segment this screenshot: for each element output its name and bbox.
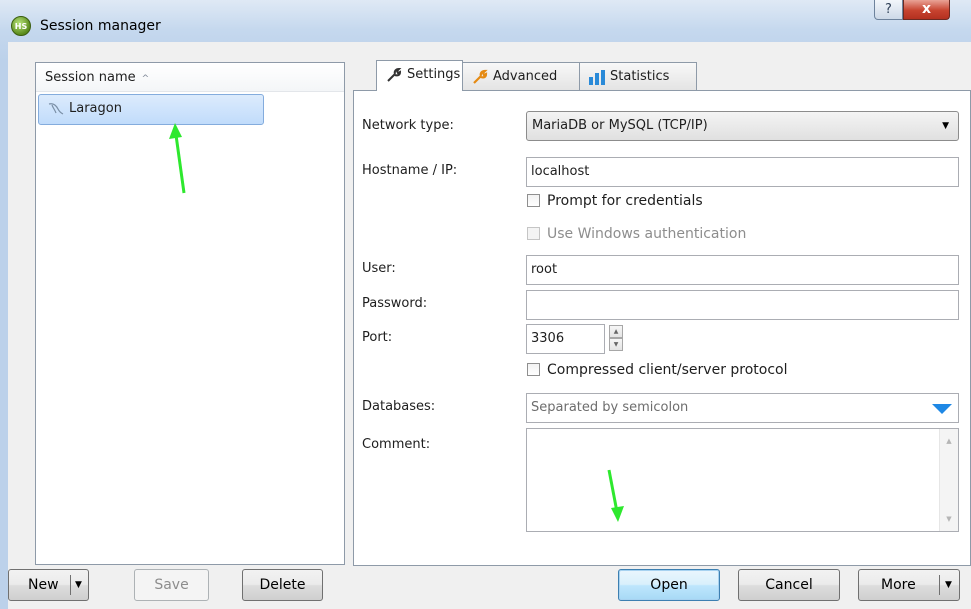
dialog-client-area: Session name ^ Laragon Settings Advanced… [8,42,971,609]
hostname-label: Hostname / IP: [362,163,458,178]
close-button[interactable]: x [903,0,950,20]
dolphin-icon [48,103,64,115]
session-item-laragon[interactable]: Laragon [38,94,264,125]
windows-authentication-checkbox[interactable]: Use Windows authentication [527,225,746,243]
dropdown-arrow-icon: ▼ [942,121,949,131]
sort-ascending-icon: ^ [141,74,150,84]
tab-advanced[interactable]: Advanced [462,62,580,91]
more-button-label: More [881,577,916,593]
wrench-icon [387,67,402,82]
tab-statistics[interactable]: Statistics [579,62,697,91]
network-type-value: MariaDB or MySQL (TCP/IP) [532,118,708,133]
port-input[interactable]: 3306 [526,324,605,354]
heidisql-app-icon: HS [11,16,31,36]
new-session-button[interactable]: New ▼ [8,569,89,601]
compressed-protocol-label: Compressed client/server protocol [547,362,788,378]
user-input[interactable]: root [526,255,959,285]
dropdown-triangle-icon[interactable] [932,404,952,414]
split-separator [70,575,71,595]
compressed-protocol-checkbox[interactable]: Compressed client/server protocol [527,361,788,379]
cancel-button[interactable]: Cancel [738,569,840,601]
session-item-label: Laragon [69,101,122,116]
window-title: Session manager [40,18,161,34]
port-spin-up[interactable]: ▲ [609,325,623,338]
prompt-credentials-label: Prompt for credentials [547,193,703,209]
network-type-select[interactable]: MariaDB or MySQL (TCP/IP) ▼ [526,111,959,141]
new-dropdown-arrow-icon[interactable]: ▼ [75,570,82,600]
more-button[interactable]: More ▼ [858,569,960,601]
help-button[interactable]: ? [874,0,903,20]
session-manager-window: HS Session manager ? x Session name ^ Lar… [0,0,971,609]
split-separator [939,575,940,595]
tab-settings[interactable]: Settings [376,60,463,91]
checkbox-box [527,363,540,376]
password-label: Password: [362,296,428,311]
annotation-arrow-down [607,469,624,522]
session-name-column-header[interactable]: Session name ^ [36,63,344,92]
tab-advanced-label: Advanced [493,69,558,84]
network-type-label: Network type: [362,118,454,133]
bar-chart-icon [589,70,605,85]
tab-statistics-label: Statistics [610,69,670,84]
databases-label: Databases: [362,399,436,414]
delete-button[interactable]: Delete [242,569,323,601]
windows-authentication-label: Use Windows authentication [547,226,747,242]
prompt-credentials-checkbox[interactable]: Prompt for credentials [527,192,703,210]
annotation-arrow-up [169,123,186,194]
tab-settings-label: Settings [407,67,461,82]
column-header-label: Session name [45,70,136,85]
open-button[interactable]: Open [618,569,720,601]
wrench-orange-icon [473,69,488,84]
new-button-label: New [28,577,59,593]
databases-placeholder: Separated by semicolon [531,400,689,415]
checkbox-box [527,194,540,207]
save-button[interactable]: Save [134,569,209,601]
password-input[interactable] [526,290,959,320]
databases-input[interactable]: Separated by semicolon [526,393,959,423]
session-list[interactable]: Session name ^ Laragon [35,62,345,565]
comment-label: Comment: [362,437,431,452]
hostname-input[interactable]: localhost [526,157,959,187]
port-spin-down[interactable]: ▼ [609,338,623,351]
comment-scrollbar[interactable]: ▲ ▼ [939,429,958,531]
more-dropdown-arrow-icon[interactable]: ▼ [945,570,952,600]
scroll-up-icon[interactable]: ▲ [940,437,958,445]
scroll-down-icon[interactable]: ▼ [940,515,958,523]
comment-textarea[interactable]: ▲ ▼ [526,428,959,532]
settings-panel: Network type: MariaDB or MySQL (TCP/IP) … [353,90,971,566]
user-label: User: [362,261,396,276]
port-label: Port: [362,330,393,345]
checkbox-box [527,227,540,240]
